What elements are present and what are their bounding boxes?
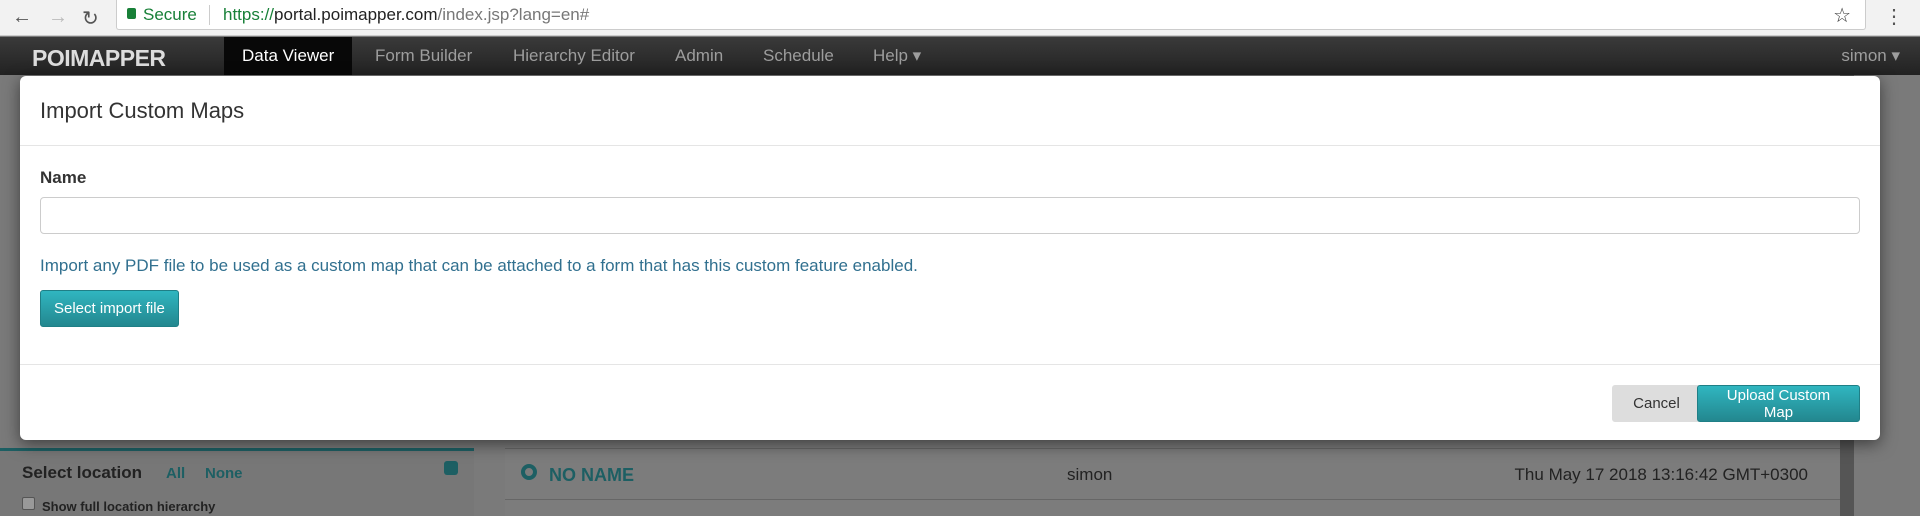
- select-import-file-button[interactable]: Select import file: [40, 290, 179, 327]
- collapse-icon[interactable]: [444, 461, 458, 475]
- browser-toolbar: ← → ↻ Secure https://portal.poimapper.co…: [0, 0, 1920, 36]
- forward-icon[interactable]: →: [48, 6, 68, 29]
- record-user: simon: [1067, 465, 1113, 484]
- record-list: NO NAME simon Thu May 17 2018 13:16:42 G…: [505, 448, 1840, 516]
- cancel-button[interactable]: Cancel: [1612, 385, 1701, 422]
- select-all-link[interactable]: All: [166, 465, 185, 482]
- menu-icon[interactable]: ⋮: [1884, 4, 1904, 29]
- nav-help[interactable]: Help ▾: [855, 37, 939, 75]
- nav-admin[interactable]: Admin: [657, 37, 741, 75]
- show-hierarchy-checkbox[interactable]: [22, 497, 35, 510]
- divider: [505, 499, 1840, 500]
- location-panel: Select location All None Show full locat…: [0, 448, 474, 516]
- record-date: Thu May 17 2018 13:16:42 GMT+0300: [1514, 465, 1808, 484]
- import-custom-maps-dialog: Import Custom Maps Name Import any PDF f…: [20, 76, 1880, 440]
- reload-icon[interactable]: ↻: [82, 6, 99, 31]
- nav-schedule[interactable]: Schedule: [745, 37, 852, 75]
- user-menu[interactable]: simon ▾: [1841, 37, 1900, 75]
- navbar: POIMAPPER Data Viewer Form Builder Hiera…: [0, 37, 1920, 75]
- map-pin-icon: [521, 464, 537, 480]
- lock-icon: [127, 8, 136, 19]
- modal-title: Import Custom Maps: [20, 76, 1880, 146]
- address-bar[interactable]: Secure https://portal.poimapper.com/inde…: [116, 0, 1866, 30]
- name-input[interactable]: [40, 197, 1860, 234]
- nav-hierarchy-editor[interactable]: Hierarchy Editor: [495, 37, 653, 75]
- nav-data-viewer[interactable]: Data Viewer: [224, 37, 353, 75]
- divider: [20, 364, 1880, 365]
- help-text: Import any PDF file to be used as a cust…: [40, 256, 918, 275]
- secure-label: Secure: [143, 5, 197, 24]
- select-none-link[interactable]: None: [205, 465, 243, 482]
- logo: POIMAPPER: [32, 45, 166, 71]
- record-name[interactable]: NO NAME: [549, 465, 634, 486]
- show-hierarchy-label: Show full location hierarchy: [42, 499, 216, 514]
- bookmark-star-icon[interactable]: ☆: [1833, 3, 1851, 28]
- upload-custom-map-button[interactable]: Upload Custom Map: [1697, 385, 1860, 422]
- nav-form-builder[interactable]: Form Builder: [357, 37, 490, 75]
- panel-title: Select location: [22, 463, 142, 482]
- name-label: Name: [40, 168, 87, 187]
- url-text[interactable]: https://portal.poimapper.com/index.jsp?l…: [223, 5, 589, 25]
- divider: [209, 5, 210, 25]
- back-icon[interactable]: ←: [12, 6, 32, 29]
